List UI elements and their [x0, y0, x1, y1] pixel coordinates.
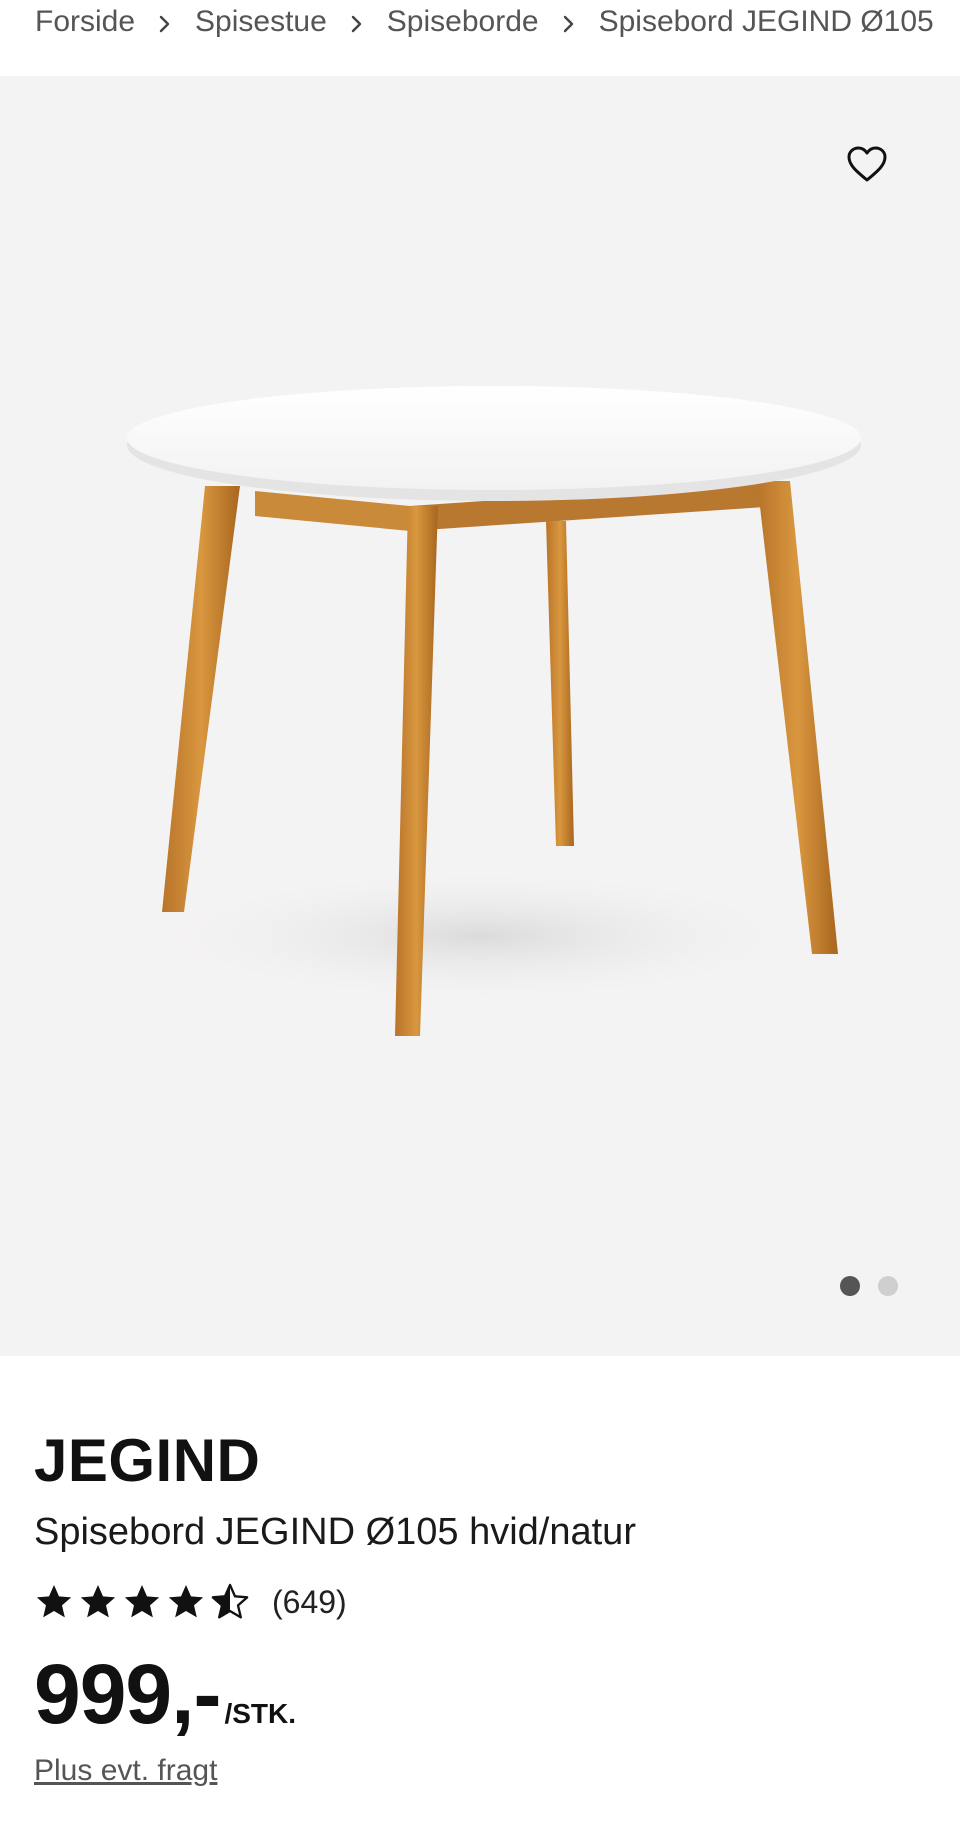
product-image-table[interactable] [0, 76, 960, 1356]
chevron-right-icon [539, 0, 599, 44]
star-filled-icon [36, 1585, 72, 1618]
gallery-pagination [840, 1276, 898, 1296]
chevron-right-icon [135, 0, 195, 44]
product-page: Forside Spisestue Spiseborde Spisebord J… [0, 0, 960, 1846]
gallery-dot-1[interactable] [840, 1276, 860, 1296]
shipping-link[interactable]: Plus evt. fragt [34, 1754, 960, 1788]
product-name: Spisebord JEGIND Ø105 hvid/natur [34, 1511, 636, 1553]
product-gallery[interactable] [0, 76, 960, 1356]
star-filled-icon [80, 1585, 116, 1618]
star-half-icon [211, 1583, 249, 1619]
favorite-button[interactable] [843, 140, 891, 188]
price-unit: /STK. [224, 1698, 297, 1729]
gallery-dot-2[interactable] [878, 1276, 898, 1296]
breadcrumb: Forside Spisestue Spiseborde Spisebord J… [0, 0, 960, 76]
review-count[interactable]: (649) [272, 1584, 347, 1621]
product-info: JEGIND Spisebord JEGIND Ø105 hvid/natur … [0, 1356, 960, 1788]
rating-stars [34, 1582, 250, 1622]
chevron-right-icon [327, 0, 387, 44]
star-filled-icon [124, 1585, 160, 1618]
breadcrumb-item-forside[interactable]: Forside [35, 0, 135, 44]
product-rating[interactable]: (649) [34, 1580, 960, 1624]
product-price: 999,- [34, 1647, 221, 1741]
breadcrumb-item-spiseborde[interactable]: Spiseborde [387, 0, 539, 44]
star-filled-icon [168, 1585, 204, 1618]
product-brand: JEGIND [34, 1427, 261, 1494]
breadcrumb-item-spisestue[interactable]: Spisestue [195, 0, 327, 44]
price-row: 999,- /STK. [34, 1646, 960, 1741]
breadcrumb-item-current: Spisebord JEGIND Ø105 [598, 5, 934, 38]
heart-icon [847, 146, 887, 182]
